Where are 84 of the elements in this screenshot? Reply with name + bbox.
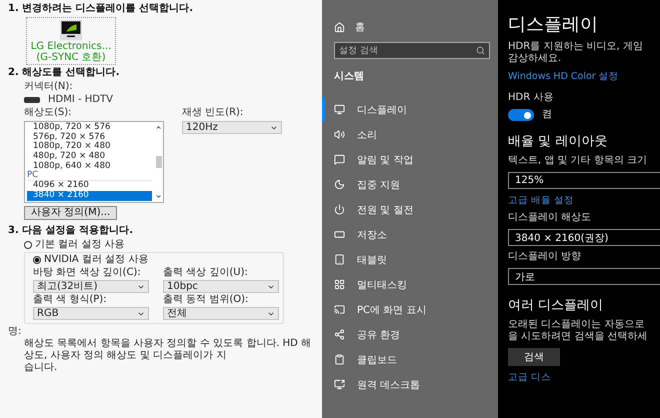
list-item[interactable]: 4096 × 2160 <box>27 181 152 191</box>
refresh-rate-select[interactable]: 120Hz <box>182 121 282 134</box>
scroll-up-icon[interactable] <box>155 124 162 131</box>
tablet-icon <box>334 254 345 265</box>
radio-label: 기본 컬러 설정 사용 <box>35 239 125 251</box>
nav-item[interactable]: PC에 화면 표시 <box>322 297 498 322</box>
toggle-state: 켬 <box>542 109 552 121</box>
scale-dropdown[interactable]: 125% <box>508 172 660 189</box>
message-icon <box>334 154 345 165</box>
speaker-icon <box>334 129 345 140</box>
display-tile[interactable]: LG Electronics... (G-SYNC 호환) <box>26 17 116 65</box>
nav-item[interactable]: 전원 및 절전 <box>322 197 498 222</box>
dropdown[interactable]: 전체 <box>163 307 279 320</box>
advanced-display-link[interactable]: 고급 디스 <box>508 371 660 384</box>
search-icon[interactable] <box>476 46 485 55</box>
nav-item[interactable]: 공유 환경 <box>322 322 498 347</box>
list-item[interactable]: 1080p, 720 × 576 <box>27 123 152 133</box>
scroll-down-icon[interactable] <box>155 193 162 200</box>
cast-icon <box>334 304 345 315</box>
field-label: 디스플레이 해상도 <box>508 212 592 224</box>
field-label: 디스플레이 방향 <box>508 251 582 263</box>
clipboard-icon <box>334 354 345 365</box>
toggle-label: HDR 사용 <box>508 92 554 104</box>
field-label: 출력 동적 범위(O): <box>163 294 250 306</box>
search-field[interactable]: 설정 검색 <box>334 42 490 59</box>
page-title: 디스플레이 <box>508 13 599 36</box>
scrollbar-thumb[interactable] <box>156 156 162 168</box>
list-item[interactable]: 1080p, 640 × 480 <box>27 162 152 172</box>
hdr-description: HDR를 지원하는 비디오, 게임 감상하세요. <box>508 41 644 65</box>
field-label: 커넥터(N): <box>24 81 74 93</box>
share-icon <box>334 329 345 340</box>
section-title: 시스템 <box>333 70 365 84</box>
rectangle-icon <box>334 229 345 240</box>
list-item[interactable]: 3840 × 2160 <box>27 190 152 200</box>
grid-icon <box>334 279 345 290</box>
dropdown[interactable]: RGB <box>33 307 149 320</box>
list-item[interactable]: 1080p, 720 × 480 <box>27 142 152 152</box>
nav-item[interactable]: 저장소 <box>322 222 498 247</box>
home-link[interactable]: 홈 <box>355 20 365 34</box>
customize-button[interactable]: 사용자 정의(M)... <box>24 206 118 220</box>
nav-item[interactable]: 클립보드 <box>322 347 498 372</box>
description-text: 해상도 목록에서 항목을 사용자 정의할 수 있도록 합니다. HD 해상도, 사용자 정의 해상도 및 디스플레이가 지 습니다. <box>23 338 312 374</box>
nav-item[interactable]: 원격 데스크톱 <box>322 372 498 397</box>
nav-item[interactable]: 집중 지원 <box>322 172 498 197</box>
radio-label: NVIDIA 컬러 설정 사용 <box>44 254 148 266</box>
radio-button[interactable] <box>24 241 32 249</box>
moon-icon <box>334 179 345 190</box>
multi-display-description: 오래된 디스플레이는 자동으로 을 시도하려면 검색을 선택하세 <box>508 319 649 343</box>
detect-button[interactable]: 검색 <box>508 348 560 366</box>
nav-item[interactable]: 멀티태스킹 <box>322 272 498 297</box>
connector-value: HDMI - HDTV <box>48 94 113 106</box>
section-heading: 3. 다음 설정을 적용합니다. <box>8 225 134 237</box>
resolution-list[interactable]: 1080p, 720 × 576 576p, 720 × 576 1080p, 720 × 480 480p, 720 × 480 1080p, 640 × 480 PC 4096 × 2160 3840 × 2160 <box>24 121 164 203</box>
power-icon <box>334 204 345 215</box>
nav-item[interactable]: 알림 및 작업 <box>322 147 498 172</box>
hd-color-link[interactable]: Windows HD Color 설정 <box>508 70 660 83</box>
screen-share-icon <box>334 379 345 390</box>
field-label: 해상도(S): <box>24 107 73 119</box>
section-heading: 여러 디스플레이 <box>508 297 604 314</box>
nav-item[interactable]: 태블릿 <box>322 247 498 272</box>
advanced-scaling-link[interactable]: 고급 배율 설정 <box>508 194 660 207</box>
field-label: 텍스트, 앱 및 기타 항목의 크기 <box>508 155 648 167</box>
list-item[interactable]: 480p, 720 × 480 <box>27 152 152 162</box>
dropdown[interactable]: 최고(32비트) <box>33 280 149 293</box>
section-heading: 2. 해상도를 선택합니다. <box>8 67 121 79</box>
section-heading: 1. 변경하려는 디스플레이를 선택합니다. <box>8 3 194 15</box>
hdmi-icon <box>24 97 40 103</box>
field-label: 출력 색상 깊이(U): <box>163 267 249 279</box>
home-icon[interactable] <box>334 22 345 32</box>
orientation-dropdown[interactable]: 가로 <box>508 268 660 285</box>
description-label: 명: <box>8 326 22 337</box>
field-label: 바탕 화면 색상 깊이(C): <box>33 267 142 279</box>
radio-button[interactable] <box>33 256 41 264</box>
nav-item[interactable]: 소리 <box>322 122 498 147</box>
section-heading: 배율 및 레이아웃 <box>508 133 608 150</box>
monitor-icon <box>334 104 345 115</box>
dropdown[interactable]: 10bpc <box>163 280 279 293</box>
list-item[interactable]: 576p, 720 × 576 <box>27 132 152 142</box>
list-group-label: PC <box>27 171 152 182</box>
field-label: 출력 색 형식(P): <box>33 294 108 306</box>
monitor-icon <box>59 19 83 41</box>
field-label: 재생 빈도(R): <box>182 107 244 119</box>
resolution-dropdown[interactable]: 3840 × 2160(권장) <box>508 229 660 246</box>
hdr-toggle[interactable] <box>508 109 534 121</box>
